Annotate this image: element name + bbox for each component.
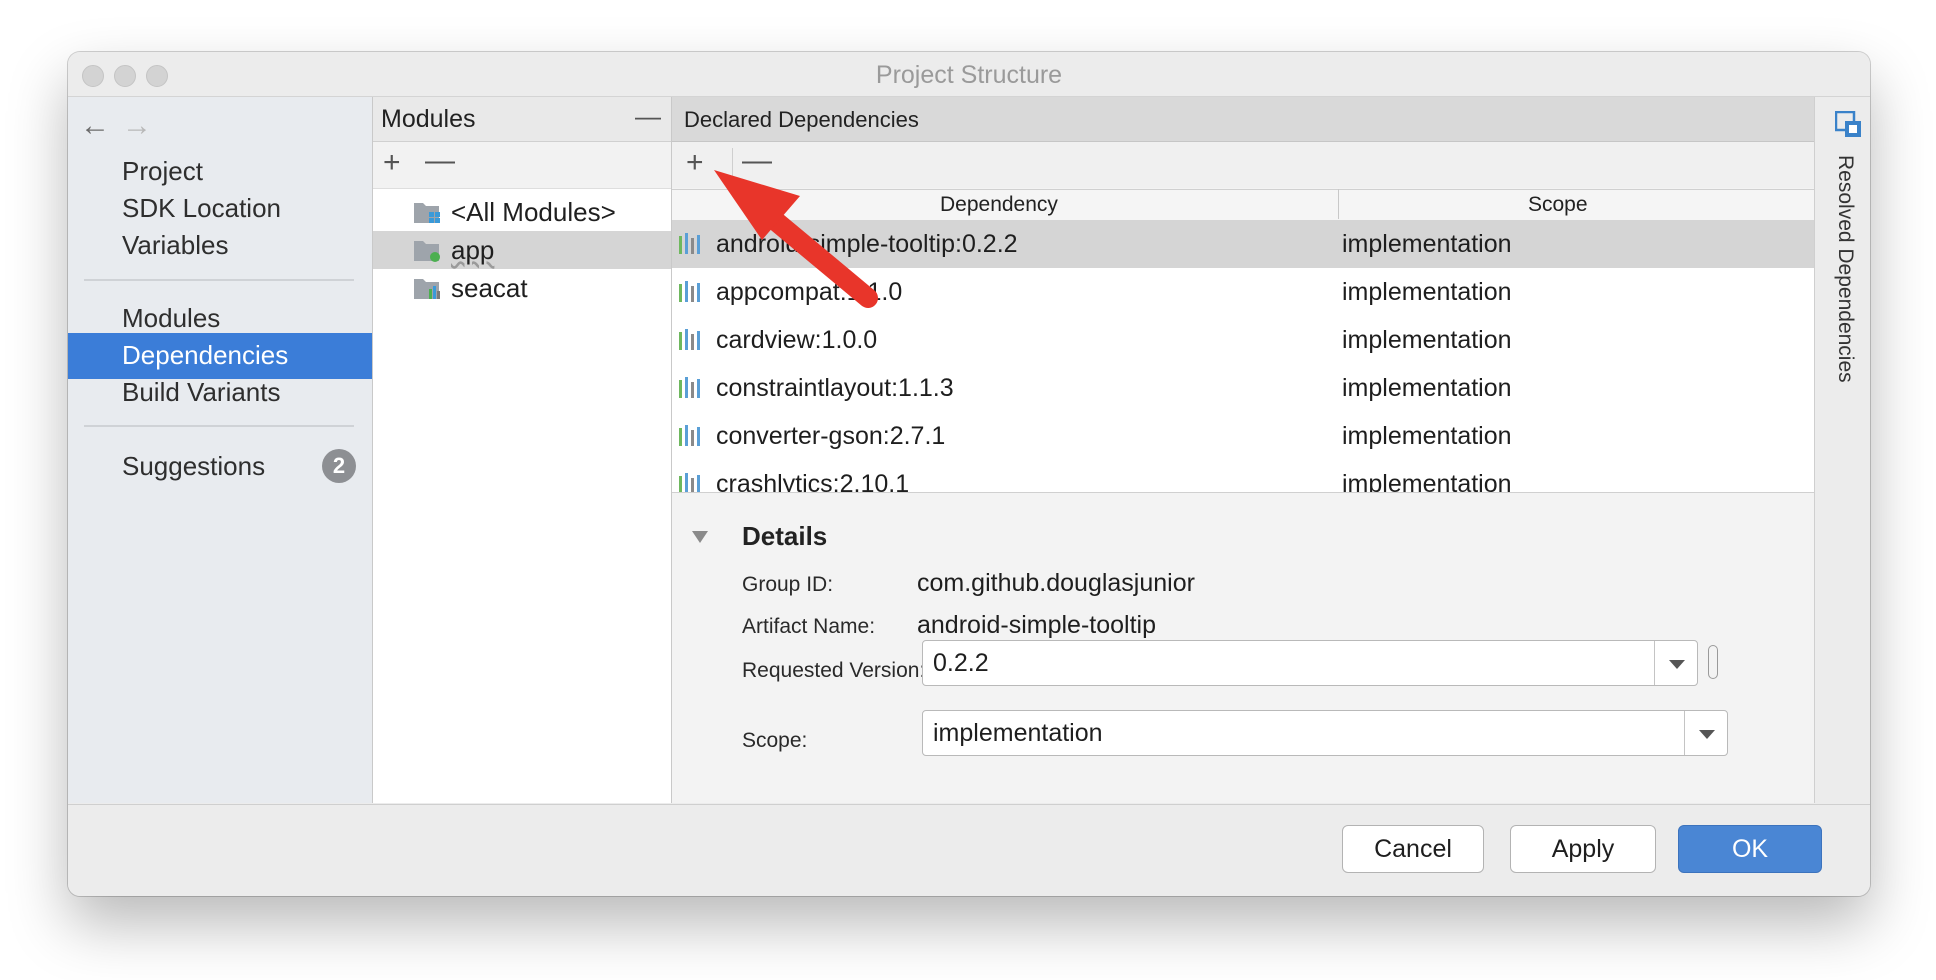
annotation-arrow-icon (714, 170, 878, 308)
